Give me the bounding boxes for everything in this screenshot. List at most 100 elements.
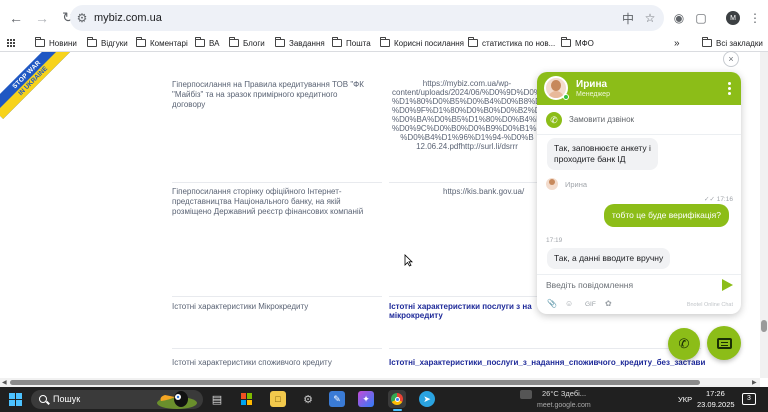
agent-role: Менеджер (576, 91, 610, 98)
bookmark-item[interactable]: Відгуки (87, 35, 128, 51)
message-time: ✓✓ 17:16 (704, 196, 733, 203)
folder-icon (332, 37, 342, 47)
stickers-icon[interactable]: ✿ (605, 299, 612, 308)
language-indicator[interactable]: УКР (678, 395, 692, 404)
bookmark-item[interactable]: Блоги (229, 35, 265, 51)
chat-tools: 📎 ☺ GIF ✿ Bnotel Online Chat (537, 296, 741, 314)
meet-tab-text[interactable]: meet.google.com (537, 402, 591, 409)
folder-icon (468, 37, 478, 47)
row-divider (172, 296, 382, 297)
emoji-icon[interactable]: ☺ (565, 299, 573, 308)
settings-gear-icon[interactable]: ⚙ (300, 391, 316, 407)
notifications-badge[interactable]: 3 (742, 393, 756, 405)
row-divider (389, 348, 701, 349)
copilot-icon[interactable]: ✦ (358, 391, 374, 407)
chat-fab-button[interactable] (707, 326, 741, 360)
bookmarks-bar: Новини Відгуки Коментарі ВА Блоги Завдан… (0, 35, 768, 52)
url-text[interactable]: mybiz.com.ua (94, 12, 162, 24)
screen: ← → ↻ ⚙ mybiz.com.ua 中 ☆ ◉ ▢ M ⋮ Новини … (0, 0, 768, 412)
phone-icon: ✆ (546, 112, 562, 128)
horizontal-scrollbar[interactable]: ◀ ▶ (0, 378, 760, 387)
bookmark-item[interactable]: статистика по нов... (468, 35, 555, 51)
agent-mini-avatar (546, 178, 558, 190)
bookmark-item[interactable]: МФО (561, 35, 594, 51)
request-call-row[interactable]: ✆ Замовити дзвінок (537, 105, 741, 135)
folder-icon (87, 37, 97, 47)
agent-name: Ирина (576, 79, 608, 90)
message-time: 17:19 (546, 237, 563, 244)
telegram-icon[interactable]: ➤ (419, 391, 435, 407)
site-info-icon[interactable]: ⚙ (70, 5, 94, 31)
chat-close-button[interactable]: × (723, 51, 739, 67)
folder-icon (275, 37, 285, 47)
horizontal-scroll-thumb[interactable] (10, 380, 700, 385)
clock-time[interactable]: 17:26 (706, 389, 725, 398)
translate-icon[interactable]: 中 (618, 5, 638, 31)
camera-icon[interactable]: ◉ (668, 7, 690, 29)
bookmark-item[interactable]: Завдання (275, 35, 325, 51)
folder-icon (702, 37, 712, 47)
folder-icon (380, 37, 390, 47)
send-icon[interactable] (722, 279, 733, 291)
bookmark-item[interactable]: Новини (35, 35, 77, 51)
extensions-icon[interactable]: ▢ (690, 7, 712, 29)
folder-icon (195, 37, 205, 47)
agent-message: Так, заповнюєте анкету і проходите банк … (547, 138, 658, 170)
bookmark-item[interactable]: Коментарі (136, 35, 188, 51)
call-fab-button[interactable]: ✆ (668, 328, 700, 360)
vertical-scroll-thumb[interactable] (761, 320, 767, 332)
table-cell-label: Істотні характеристики Мікрокредиту (172, 302, 309, 311)
all-bookmarks-button[interactable]: Всі закладки (702, 35, 763, 51)
search-icon (39, 395, 47, 403)
apps-grid-icon[interactable] (7, 35, 15, 51)
taskbar: Пошук ▤ □ ⚙ ✎ ✦ ➤ 26°C Здебі... meet.goo (0, 387, 768, 412)
chrome-icon[interactable] (388, 390, 406, 408)
agent-message: Так, а данні вводите вручну (547, 248, 671, 269)
task-view-icon[interactable]: ▤ (209, 391, 225, 407)
message-input[interactable]: Введіть повідомлення (546, 280, 633, 290)
bookmarks-more-button[interactable]: » (674, 35, 680, 51)
address-bar[interactable]: ⚙ mybiz.com.ua 中 ☆ (70, 5, 664, 31)
bookmark-item[interactable]: ВА (195, 35, 219, 51)
chat-menu-icon[interactable] (728, 82, 731, 95)
powered-by: Bnotel Online Chat (686, 302, 733, 308)
table-cell-label: Істотні характеристики споживчого кредит… (172, 358, 332, 367)
pointer-arrow-icon (404, 254, 413, 267)
profile-icon[interactable]: M (722, 7, 744, 29)
bookmark-item[interactable]: Пошта (332, 35, 371, 51)
clock-date[interactable]: 23.09.2025 (697, 400, 735, 409)
scroll-left-icon[interactable]: ◀ (2, 379, 7, 386)
back-arrow-icon[interactable]: ← (4, 6, 28, 30)
gif-button[interactable]: GIF (585, 301, 596, 308)
windows-start-icon[interactable] (9, 393, 22, 406)
active-app-indicator (393, 409, 402, 411)
table-cell-value[interactable]: https://mybiz.com.ua/wp- content/uploads… (392, 79, 574, 151)
table-cell-link[interactable]: Істотні_характеристики_послуги_з_надання… (389, 358, 705, 367)
chat-icon (716, 337, 732, 349)
table-cell-value[interactable]: https://kis.bank.gov.ua/ (443, 187, 524, 196)
stop-war-ribbon[interactable]: STOP WAR IN UKRAINE (0, 52, 72, 120)
online-status-icon (563, 94, 569, 100)
folder-icon (136, 37, 146, 47)
notes-app-icon[interactable]: ✎ (329, 391, 345, 407)
window-preview-icon (520, 390, 532, 399)
star-icon[interactable]: ☆ (640, 5, 660, 31)
request-call-label[interactable]: Замовити дзвінок (569, 115, 634, 124)
windows-store-icon[interactable] (239, 391, 255, 407)
vertical-scrollbar[interactable] (760, 52, 768, 378)
agent-label: Ирина (565, 180, 588, 189)
chat-widget: Ирина Менеджер ✆ Замовити дзвінок Так, з… (537, 72, 741, 314)
table-cell-link[interactable]: Істотні характеристики послуги з на мікр… (389, 302, 532, 320)
forward-arrow-icon[interactable]: → (30, 6, 54, 30)
scroll-right-icon[interactable]: ▶ (752, 379, 757, 386)
row-divider (389, 182, 539, 183)
menu-dots-icon[interactable]: ⋮ (744, 7, 766, 29)
row-divider (172, 182, 382, 183)
file-explorer-icon[interactable]: □ (270, 391, 286, 407)
browser-toolbar: ← → ↻ ⚙ mybiz.com.ua 中 ☆ ◉ ▢ M ⋮ (0, 0, 768, 35)
table-cell-label: Гіперпосилання на Правила кредитування Т… (172, 80, 364, 109)
weather-text[interactable]: 26°C Здебі... (542, 389, 586, 398)
attach-icon[interactable]: 📎 (547, 299, 557, 308)
phone-icon: ✆ (678, 336, 690, 351)
bookmark-item[interactable]: Корисні посилання (380, 35, 464, 51)
